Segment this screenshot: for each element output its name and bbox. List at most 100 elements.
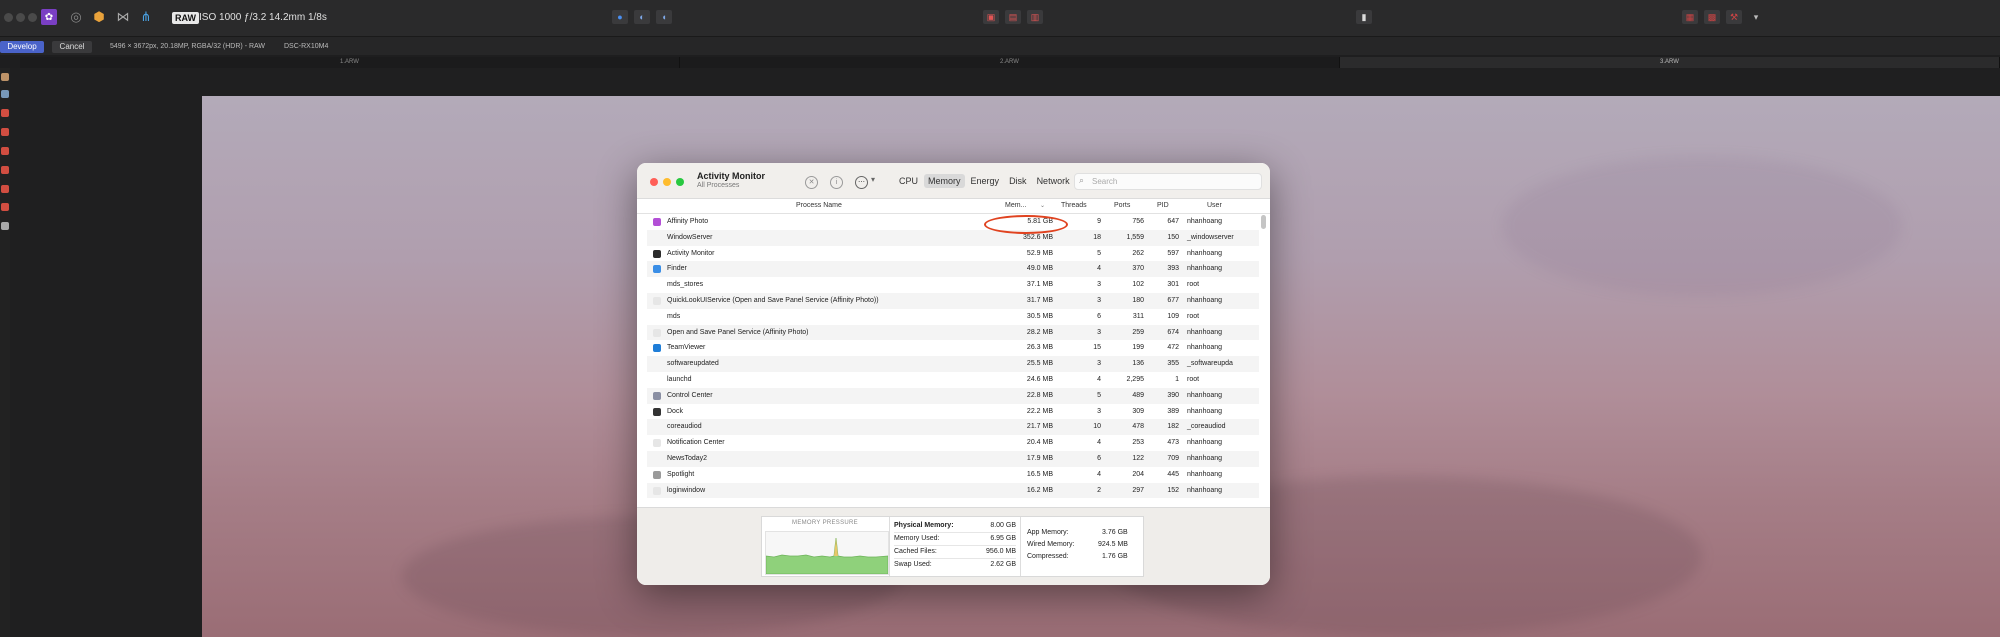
table-row[interactable]: launchd 24.6 MB 4 2,295 1 root — [647, 372, 1259, 388]
scrollbar[interactable] — [1261, 215, 1266, 229]
overlay-icon[interactable]: ▦ — [1682, 10, 1698, 24]
clipped-tones-icon[interactable]: ◖ — [656, 10, 672, 24]
column-pid[interactable]: PID — [1157, 202, 1169, 209]
process-name: Spotlight — [667, 470, 695, 478]
column-ports[interactable]: Ports — [1114, 202, 1130, 209]
tab-memory[interactable]: Memory — [924, 174, 965, 188]
process-user: nhanhoang — [1187, 407, 1223, 415]
process-memory: 37.1 MB — [1026, 281, 1053, 289]
generic-app-icon — [653, 296, 661, 305]
process-threads: 3 — [1097, 360, 1101, 368]
tab-energy[interactable]: Energy — [967, 174, 1004, 188]
process-pid: 182 — [1167, 423, 1179, 431]
cancel-button[interactable]: Cancel — [52, 41, 92, 53]
column-threads[interactable]: Threads — [1061, 202, 1087, 209]
process-name: coreaudiod — [667, 423, 702, 431]
tab-network[interactable]: Network — [1033, 174, 1074, 188]
table-row[interactable]: Affinity Photo 5.81 GB 9 756 647 nhanhoang — [647, 214, 1259, 230]
process-pid: 472 — [1167, 344, 1179, 352]
white-balance-tool-icon[interactable] — [1, 222, 9, 230]
chevron-down-icon[interactable]: ▾ — [1748, 10, 1764, 24]
develop-button[interactable]: Develop — [0, 41, 44, 53]
process-threads: 6 — [1097, 312, 1101, 320]
process-ports: 262 — [1132, 249, 1144, 257]
window-minimize-button[interactable] — [16, 13, 25, 22]
tone-mapping-persona-icon[interactable]: ⬢ — [91, 9, 107, 25]
search-input[interactable]: ⌕ Search — [1074, 173, 1262, 190]
table-row[interactable]: Notification Center 20.4 MB 4 253 473 nhanhoa… — [647, 435, 1259, 451]
window-zoom-button[interactable] — [28, 13, 37, 22]
app-memory-value: 3.76 GB — [1102, 529, 1128, 536]
image-info: 5496 × 3672px, 20.18MP, RGBA/32 (HDR) - … — [110, 43, 266, 50]
blemish-tool-icon[interactable] — [1, 128, 9, 136]
tools-icon[interactable]: ⚒ — [1726, 10, 1742, 24]
process-user: root — [1187, 312, 1200, 320]
table-row[interactable]: TeamViewer 26.3 MB 15 199 472 nhanhoang — [647, 340, 1259, 356]
table-row[interactable]: NewsToday2 17.9 MB 6 122 709 nhanhoang — [647, 450, 1259, 467]
tab-cpu[interactable]: CPU — [895, 174, 922, 188]
table-row[interactable]: Dock 22.2 MB 3 309 389 nhanhoang — [647, 404, 1259, 420]
clipped-highlights-icon[interactable]: ● — [612, 10, 628, 24]
stop-process-icon[interactable]: ✕ — [805, 176, 818, 189]
erase-tool-icon[interactable] — [1, 166, 9, 174]
split-view-icon[interactable]: ▣ — [983, 10, 999, 24]
memory-pressure-graph — [765, 531, 889, 575]
process-pid: 389 — [1167, 407, 1179, 415]
brush-tool-icon[interactable] — [1, 147, 9, 155]
table-row[interactable]: Spotlight 16.5 MB 4 204 445 nhanhoang — [647, 467, 1259, 483]
column-memory[interactable]: Mem... — [1005, 202, 1026, 209]
process-ports: 122 — [1132, 454, 1144, 462]
process-pid: 152 — [1167, 486, 1179, 494]
process-ports: 297 — [1132, 486, 1144, 494]
info-icon[interactable]: i — [830, 176, 843, 189]
table-row[interactable]: WindowServer 352.6 MB 18 1,559 150 _windowser… — [647, 229, 1259, 246]
gradient-tool-icon[interactable] — [1, 185, 9, 193]
grid-icon[interactable]: ▩ — [1704, 10, 1720, 24]
clipped-shadows-icon[interactable]: ◐ — [634, 10, 650, 24]
zoom-tool-icon[interactable] — [1, 90, 9, 98]
table-row[interactable]: Activity Monitor 52.9 MB 5 262 597 nhanhoang — [647, 246, 1259, 262]
table-row[interactable]: Open and Save Panel Service (Affinity Ph… — [647, 324, 1259, 341]
tab-document-active[interactable]: 3.ARW — [1340, 57, 2000, 68]
process-memory: 352.6 MB — [1023, 233, 1053, 241]
table-row[interactable]: QuickLookUIService (Open and Save Panel … — [647, 292, 1259, 309]
minimize-window-button[interactable] — [663, 178, 671, 186]
develop-persona-icon[interactable]: ✿ — [41, 9, 57, 25]
zoom-window-button[interactable] — [676, 178, 684, 186]
table-row[interactable]: Control Center 22.8 MB 5 489 390 nhanhoang — [647, 387, 1259, 404]
column-process-name[interactable]: Process Name — [796, 202, 842, 209]
column-user[interactable]: User — [1207, 202, 1222, 209]
red-eye-tool-icon[interactable] — [1, 109, 9, 117]
tab-document[interactable]: 1.ARW — [20, 57, 680, 68]
tab-disk[interactable]: Disk — [1005, 174, 1031, 188]
liquify-persona-icon[interactable]: ◎ — [68, 9, 84, 25]
close-window-button[interactable] — [650, 178, 658, 186]
process-pid: 473 — [1167, 439, 1179, 447]
before-after-icon[interactable]: ▥ — [1027, 10, 1043, 24]
process-user: nhanhoang — [1187, 470, 1223, 478]
tab-document[interactable]: 2.ARW — [680, 57, 1340, 68]
search-placeholder: Search — [1092, 177, 1118, 186]
window-close-button[interactable] — [4, 13, 13, 22]
table-row[interactable]: coreaudiod 21.7 MB 10 478 182 _coreaudiod — [647, 419, 1259, 436]
more-actions-icon[interactable]: ⋯ — [855, 176, 868, 189]
crop-tool-icon[interactable] — [1, 203, 9, 211]
table-row[interactable]: softwareupdated 25.5 MB 3 136 355 _softwareup… — [647, 356, 1259, 372]
memory-summary: MEMORY PRESSURE Physical Memory: 8.00 GB… — [761, 516, 1144, 577]
process-memory: 31.7 MB — [1026, 296, 1053, 304]
table-row[interactable]: mds 30.5 MB 6 311 109 root — [647, 309, 1259, 325]
chevron-down-icon[interactable]: ▾ — [871, 175, 875, 184]
process-memory: 22.2 MB — [1026, 407, 1053, 415]
table-row[interactable]: mds_stores 37.1 MB 3 102 301 root — [647, 277, 1259, 293]
category-tabs: CPU Memory Energy Disk Network — [895, 174, 1074, 188]
export-persona-icon[interactable]: ⋈ — [115, 9, 131, 25]
hand-tool-icon[interactable] — [1, 73, 9, 81]
assistant-icon[interactable]: ▮ — [1356, 10, 1372, 24]
process-threads: 15 — [1093, 344, 1101, 352]
mirror-view-icon[interactable]: ▤ — [1005, 10, 1021, 24]
process-user: nhanhoang — [1187, 296, 1223, 304]
table-row[interactable]: loginwindow 16.2 MB 2 297 152 nhanhoang — [647, 482, 1259, 499]
process-user: _softwareupda — [1187, 360, 1233, 368]
share-icon[interactable]: ⋔ — [138, 9, 154, 25]
table-row[interactable]: Finder 49.0 MB 4 370 393 nhanhoang — [647, 261, 1259, 278]
